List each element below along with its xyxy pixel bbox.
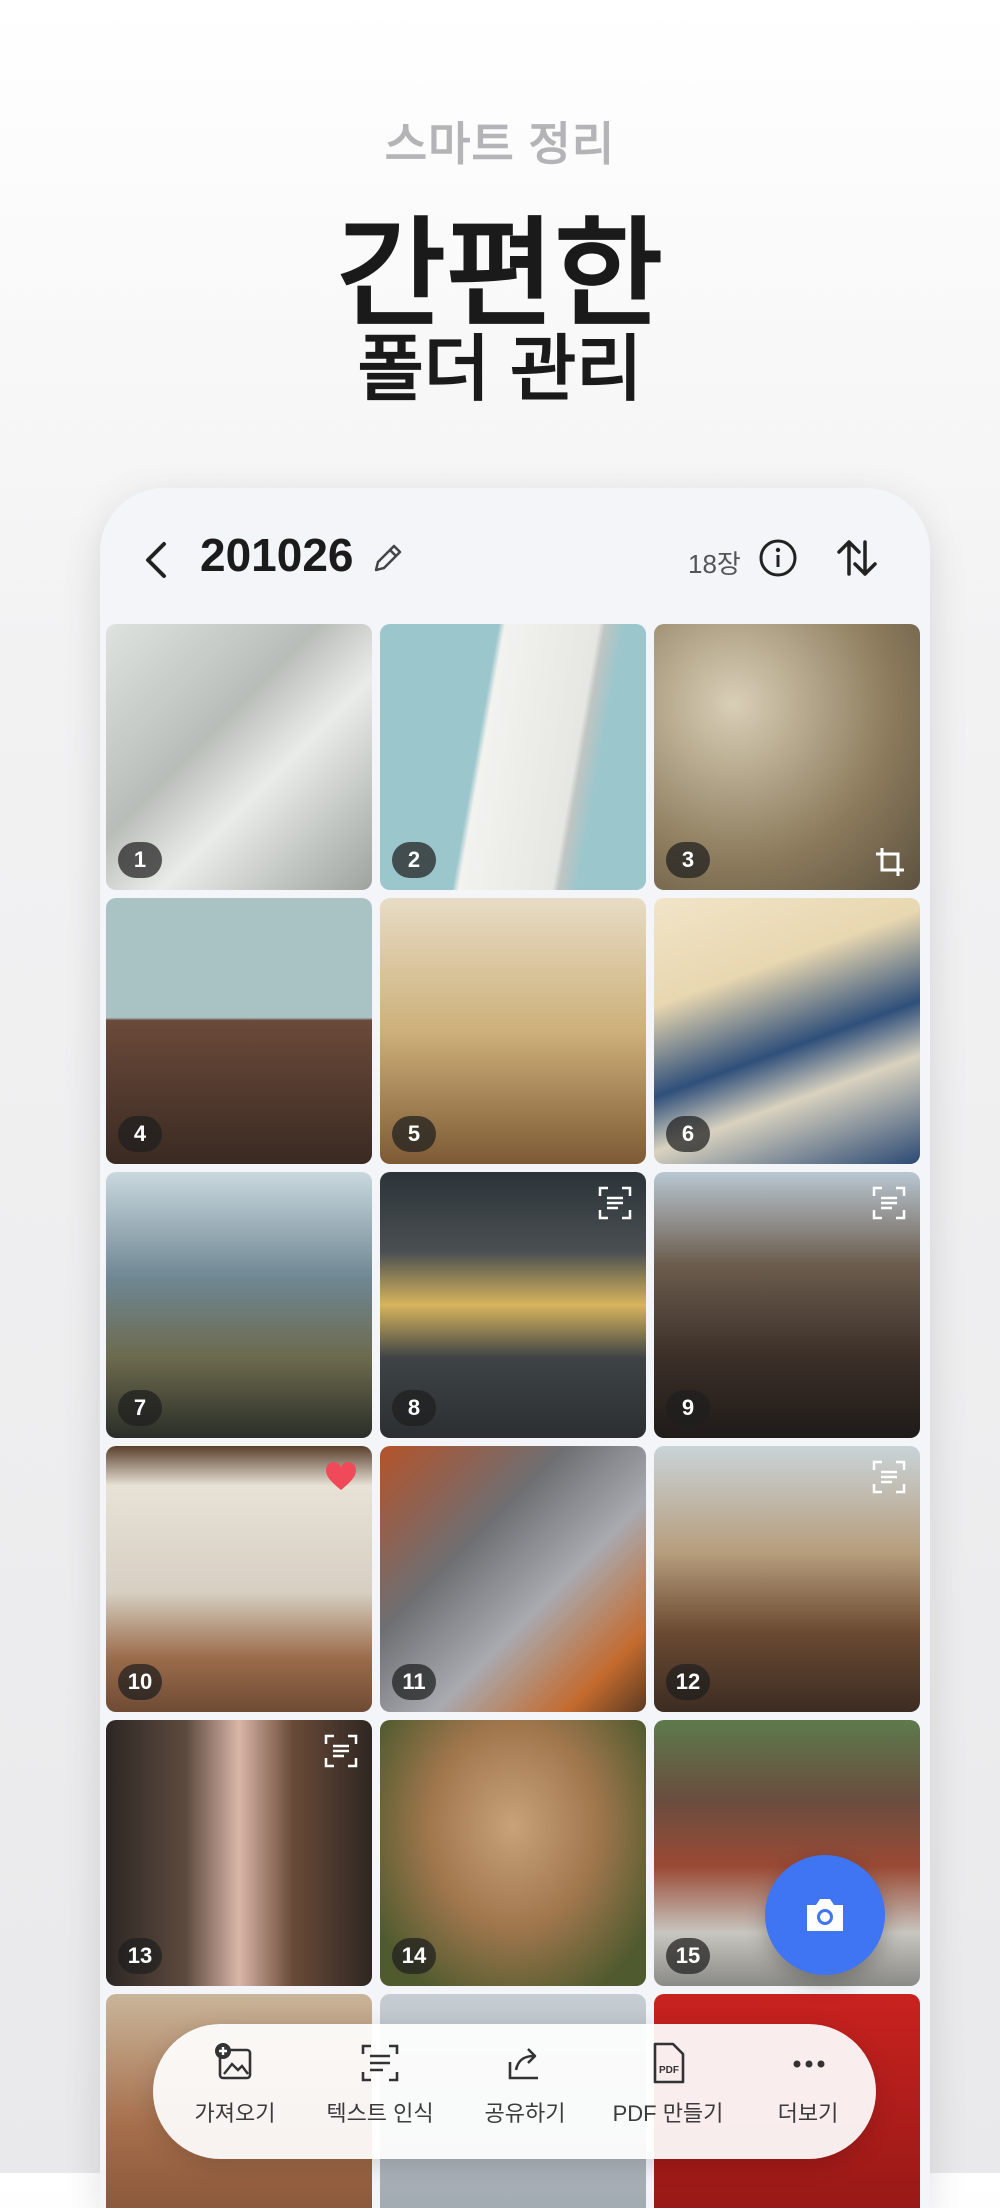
photo-number-badge: 4 — [118, 1116, 162, 1152]
photo-number-badge: 7 — [118, 1390, 162, 1426]
photo-tile-2[interactable]: 2 — [380, 624, 646, 890]
svg-text:PDF: PDF — [659, 2065, 679, 2076]
camera-fab-button[interactable] — [765, 1855, 885, 1975]
edit-pencil-icon[interactable] — [370, 540, 406, 576]
photo-tile-5[interactable]: 5 — [380, 898, 646, 1164]
photo-number-badge: 1 — [118, 842, 162, 878]
photo-number-badge: 3 — [666, 842, 710, 878]
promo-eyebrow: 스마트 정리 — [384, 118, 616, 170]
photo-number-badge: 5 — [392, 1116, 436, 1152]
photo-tile-14[interactable]: 14 — [380, 1720, 646, 1986]
photo-tile-6[interactable]: 6 — [654, 898, 920, 1164]
toolbar-label: 공유하기 — [484, 2101, 566, 2126]
text-scan-icon — [872, 1460, 906, 1494]
photo-number-badge: 6 — [666, 1116, 710, 1152]
folder-title: 201026 — [200, 529, 354, 581]
photo-tile-12[interactable]: 12 — [654, 1446, 920, 1712]
toolbar-label: 더보기 — [777, 2101, 839, 2126]
bottom-action-bar: 가져오기 텍스트 인식 공유하기 PDF PDF 만들기 더보기 — [153, 2024, 876, 2159]
more-dots-icon — [793, 2060, 825, 2068]
photo-tile-8[interactable]: 8 — [380, 1172, 646, 1438]
photo-number-badge: 14 — [392, 1938, 436, 1974]
text-recognize-icon — [361, 2044, 399, 2082]
sort-icon[interactable] — [835, 536, 879, 580]
photo-tile-3[interactable]: 3 — [654, 624, 920, 890]
photo-number-badge: 9 — [666, 1390, 710, 1426]
photo-tile-4[interactable]: 4 — [106, 898, 372, 1164]
text-scan-icon — [872, 1186, 906, 1220]
import-button[interactable]: 가져오기 — [165, 2040, 305, 2150]
back-arrow-icon[interactable] — [138, 540, 174, 580]
toolbar-label: 텍스트 인식 — [326, 2101, 434, 2126]
photo-number-badge: 11 — [392, 1664, 436, 1700]
photo-count: 18장 — [688, 549, 741, 579]
share-icon — [508, 2048, 538, 2080]
photo-number-badge: 15 — [666, 1938, 710, 1974]
text-scan-icon — [324, 1734, 358, 1768]
photo-number-badge: 2 — [392, 842, 436, 878]
favorite-heart-icon — [326, 1462, 356, 1490]
photo-number-badge: 10 — [118, 1664, 162, 1700]
info-icon[interactable] — [758, 538, 798, 578]
text-scan-icon — [598, 1186, 632, 1220]
toolbar-label: 가져오기 — [194, 2101, 276, 2126]
crop-icon — [876, 848, 904, 876]
folder-topbar: 201026 18장 — [100, 488, 930, 628]
photo-tile-13[interactable]: 13 — [106, 1720, 372, 1986]
photo-tile-1[interactable]: 1 — [106, 624, 372, 890]
photo-number-badge: 12 — [666, 1664, 710, 1700]
share-button[interactable]: 공유하기 — [455, 2040, 595, 2150]
pdf-button[interactable]: PDF PDF 만들기 — [598, 2040, 738, 2150]
pdf-file-icon: PDF — [653, 2042, 685, 2084]
photo-tile-10[interactable]: 10 — [106, 1446, 372, 1712]
photo-number-badge: 8 — [392, 1390, 436, 1426]
photo-tile-7[interactable]: 7 — [106, 1172, 372, 1438]
ocr-button[interactable]: 텍스트 인식 — [310, 2040, 450, 2150]
toolbar-label: PDF 만들기 — [612, 2101, 724, 2126]
camera-icon — [807, 1899, 843, 1931]
promo-subline: 폴더 관리 — [357, 330, 643, 410]
more-button[interactable]: 더보기 — [738, 2040, 878, 2150]
photo-tile-11[interactable]: 11 — [380, 1446, 646, 1712]
import-image-icon — [215, 2043, 252, 2080]
photo-tile-9[interactable]: 9 — [654, 1172, 920, 1438]
photo-number-badge: 13 — [118, 1938, 162, 1974]
